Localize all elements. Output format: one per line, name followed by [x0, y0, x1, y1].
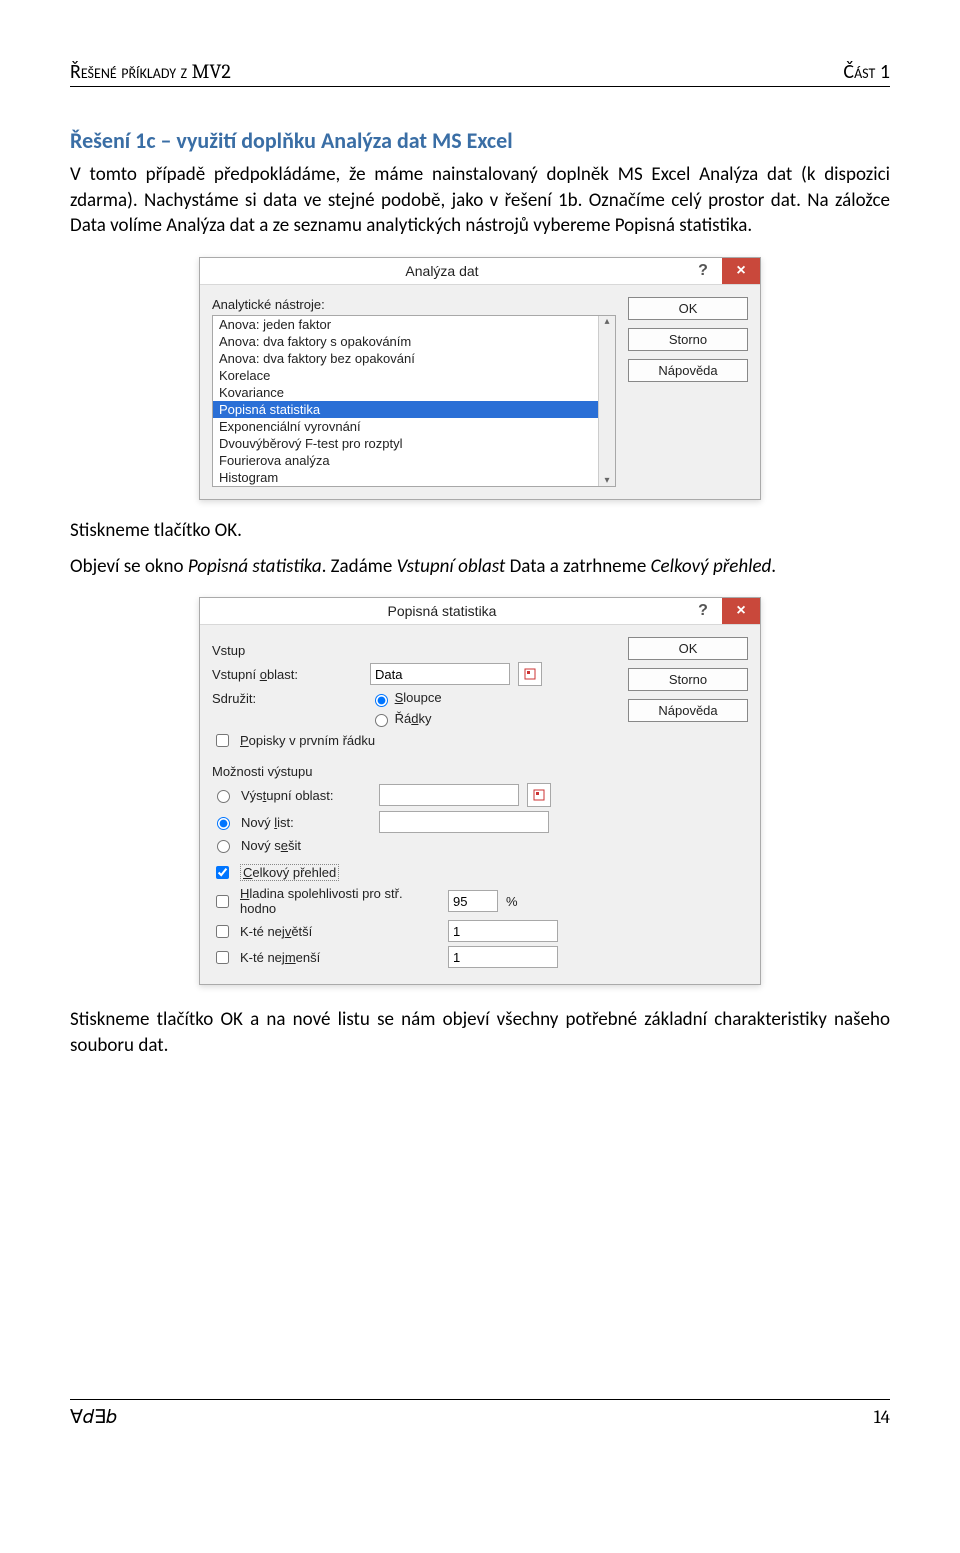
cancel-button[interactable]: Storno — [628, 328, 748, 351]
help-button[interactable]: Nápověda — [628, 359, 748, 382]
radky-radio-row: Řádky — [370, 711, 431, 728]
hladina-label: Hladina spolehlivosti pro stř. hodno — [240, 886, 440, 916]
list-item[interactable]: Exponenciální vyrovnání — [213, 418, 615, 435]
novy-list-input[interactable] — [379, 811, 549, 833]
list-item[interactable]: Histogram — [213, 469, 615, 486]
novy-list-radio[interactable] — [217, 817, 230, 830]
range-picker-icon[interactable] — [518, 662, 542, 686]
vystupni-oblast-label: Výstupní oblast: — [241, 788, 371, 803]
list-item[interactable]: Anova: dva faktory s opakováním — [213, 333, 615, 350]
header-left-prefix: Řešené příklady z — [70, 60, 192, 84]
knejmensi-checkbox[interactable] — [216, 951, 229, 964]
knejvetsi-input[interactable] — [448, 920, 558, 942]
celkovy-prehled-label: Celkový přehled — [240, 864, 339, 881]
close-icon[interactable]: × — [722, 258, 760, 284]
header-right: Část 1 — [843, 60, 890, 84]
knejmensi-label: K-té nejmenší — [240, 950, 440, 965]
popisky-label: Popisky v prvním řádku — [240, 733, 375, 748]
page-footer: ∀𝑑∃𝑏 14 — [70, 1399, 890, 1428]
paragraph-2a: Stiskneme tlačítko OK. — [70, 518, 890, 544]
dialog-analyza-dat: Analýza dat ? × Analytické nástroje: Ano… — [199, 257, 761, 500]
list-item[interactable]: Anova: jeden faktor — [213, 316, 615, 333]
vstupni-oblast-input[interactable] — [370, 663, 510, 685]
footer-left: ∀𝑑∃𝑏 — [70, 1406, 117, 1428]
sdruzit-label: Sdružit: — [212, 691, 362, 706]
page-header: Řešené příklady z MV2 Část 1 — [70, 60, 890, 87]
knejvetsi-checkbox[interactable] — [216, 925, 229, 938]
dialog2-title: Popisná statistika — [200, 598, 684, 624]
range-picker-icon[interactable] — [527, 783, 551, 807]
vystupni-oblast-input[interactable] — [379, 784, 519, 806]
list-item[interactable]: Kovariance — [213, 384, 615, 401]
list-item[interactable]: Fourierova analýza — [213, 452, 615, 469]
hladina-checkbox[interactable] — [216, 895, 229, 908]
ok-button[interactable]: OK — [628, 637, 748, 660]
moznosti-label: Možnosti výstupu — [212, 764, 616, 779]
header-left: Řešené příklady z MV2 — [70, 60, 231, 84]
novy-sesit-radio[interactable] — [217, 840, 230, 853]
dialog2-title-buttons: ? × — [684, 598, 760, 624]
help-icon[interactable]: ? — [684, 598, 722, 624]
knejmensi-input[interactable] — [448, 946, 558, 968]
novy-sesit-label: Nový sešit — [241, 838, 301, 853]
close-icon[interactable]: × — [722, 598, 760, 624]
popisky-checkbox[interactable] — [216, 734, 229, 747]
list-item[interactable]: Korelace — [213, 367, 615, 384]
scroll-up-icon[interactable]: ▴ — [604, 316, 609, 327]
vstupni-oblast-label: Vstupní oblast: — [212, 667, 362, 682]
hladina-input[interactable] — [448, 890, 498, 912]
list-item[interactable]: Dvouvýběrový F-test pro rozptyl — [213, 435, 615, 452]
help-button[interactable]: Nápověda — [628, 699, 748, 722]
analysis-tools-listbox[interactable]: Anova: jeden faktor Anova: dva faktory s… — [212, 315, 616, 487]
footer-page-number: 14 — [874, 1406, 890, 1428]
cancel-button[interactable]: Storno — [628, 668, 748, 691]
paragraph-1: V tomto případě předpokládáme, že máme n… — [70, 162, 890, 239]
list-item-selected[interactable]: Popisná statistika — [213, 401, 615, 418]
dialog2-titlebar: Popisná statistika ? × — [200, 598, 760, 625]
help-icon[interactable]: ? — [684, 258, 722, 284]
celkovy-prehled-checkbox[interactable] — [216, 866, 229, 879]
dialog-popisna-statistika: Popisná statistika ? × Vstup Vstupní obl… — [199, 597, 761, 985]
dialog1-titlebar: Analýza dat ? × — [200, 258, 760, 285]
radky-radio[interactable] — [375, 714, 388, 727]
paragraph-3: Stiskneme tlačítko OK a na nové listu se… — [70, 1007, 890, 1058]
scroll-down-icon[interactable]: ▾ — [604, 475, 609, 486]
novy-list-label: Nový list: — [241, 815, 371, 830]
header-mv2: MV2 — [192, 60, 231, 83]
vystupni-oblast-radio[interactable] — [217, 790, 230, 803]
knejvetsi-label: K-té největší — [240, 924, 440, 939]
listbox-scrollbar[interactable]: ▴ ▾ — [598, 316, 615, 486]
sloupce-radio[interactable] — [375, 694, 388, 707]
dialog1-title: Analýza dat — [200, 258, 684, 284]
list-item[interactable]: Anova: dva faktory bez opakování — [213, 350, 615, 367]
sloupce-radio-row: Sloupce — [370, 690, 442, 707]
dialog1-title-buttons: ? × — [684, 258, 760, 284]
percent-label: % — [506, 894, 518, 909]
paragraph-2b: Objeví se okno Popisná statistika. Zadám… — [70, 554, 890, 580]
section-title: Řešení 1c – využití doplňku Analýza dat … — [70, 127, 890, 154]
ok-button[interactable]: OK — [628, 297, 748, 320]
tools-label: Analytické nástroje: — [212, 297, 616, 312]
vstup-label: Vstup — [212, 643, 616, 658]
